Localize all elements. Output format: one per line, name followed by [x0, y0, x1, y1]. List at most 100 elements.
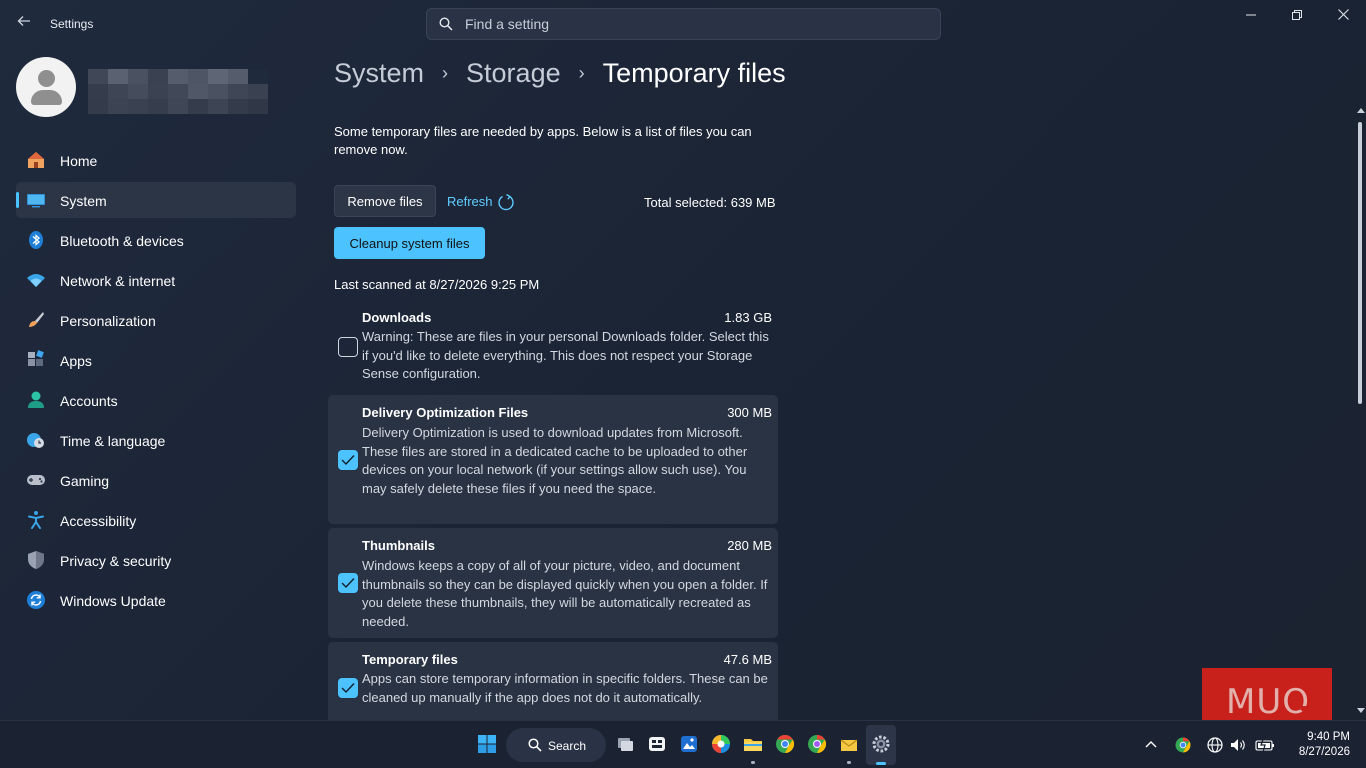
sidebar-nav: Home System Bluetooth & devices Network … [16, 142, 296, 622]
restore-button[interactable] [1274, 6, 1320, 28]
sidebar-item-label: Bluetooth & devices [60, 233, 184, 249]
file-title: Delivery Optimization Files [362, 405, 529, 420]
brush-icon [29, 312, 44, 327]
file-size: 1.83 GB [724, 310, 772, 325]
sidebar-item-home[interactable]: Home [16, 142, 296, 178]
file-title: Temporary files [362, 652, 458, 667]
sidebar-item-system[interactable]: System [16, 182, 296, 218]
file-description: Apps can store temporary information in … [362, 671, 768, 705]
file-description: Delivery Optimization is used to downloa… [362, 425, 748, 496]
sidebar-item-label: Accounts [60, 393, 118, 409]
active-app-indicator [876, 762, 886, 765]
breadcrumb-storage[interactable]: Storage [466, 58, 561, 89]
breadcrumb: System › Storage › Temporary files [334, 58, 786, 89]
file-size: 300 MB [727, 405, 772, 420]
minimize-button[interactable] [1228, 6, 1274, 28]
refresh-icon[interactable] [497, 193, 515, 211]
sidebar-item-apps[interactable]: Apps [16, 342, 296, 378]
shield-icon [28, 551, 44, 569]
app-title: Settings [50, 17, 94, 31]
running-indicator [751, 761, 755, 764]
wifi-icon [27, 274, 45, 287]
sidebar-item-accessibility[interactable]: Accessibility [16, 502, 296, 538]
temporary-files-checkbox[interactable] [338, 678, 358, 698]
sidebar-item-windows-update[interactable]: Windows Update [16, 582, 296, 618]
edge-browser-icon[interactable] [710, 733, 732, 755]
back-button[interactable] [14, 14, 34, 34]
thumbnails-checkbox[interactable] [338, 573, 358, 593]
sidebar-item-label: Windows Update [60, 593, 166, 609]
file-description: Windows keeps a copy of all of your pict… [362, 558, 768, 629]
total-selected: Total selected: 639 MB [644, 195, 776, 210]
chevron-right-icon: › [442, 63, 449, 83]
file-explorer-icon[interactable] [742, 733, 764, 755]
search-input[interactable] [465, 9, 925, 39]
settings-search[interactable] [426, 8, 941, 40]
file-item-delivery-optimization[interactable]: Delivery Optimization Files 300 MB Deliv… [328, 395, 778, 524]
minimize-icon [1246, 14, 1256, 16]
accounts-icon [28, 391, 44, 408]
remove-files-button[interactable]: Remove files [334, 185, 436, 217]
task-view-icon[interactable] [614, 733, 636, 755]
widgets-icon[interactable] [646, 733, 668, 755]
file-description: Warning: These are files in your persona… [362, 329, 769, 381]
sidebar-item-label: Time & language [60, 433, 166, 449]
downloads-checkbox[interactable] [338, 337, 358, 357]
update-icon [27, 591, 45, 609]
chrome-icon[interactable] [774, 733, 796, 755]
taskbar-search[interactable]: Search [506, 728, 606, 762]
apps-icon [28, 350, 44, 366]
delivery-optimization-checkbox[interactable] [338, 450, 358, 470]
file-title: Thumbnails [362, 538, 435, 553]
scrollbar[interactable] [1354, 108, 1366, 720]
sidebar-item-privacy[interactable]: Privacy & security [16, 542, 296, 578]
page-title: Temporary files [602, 58, 786, 88]
volume-icon[interactable] [1229, 736, 1247, 754]
avatar-body [31, 90, 62, 105]
cleanup-system-files-button[interactable]: Cleanup system files [334, 227, 485, 259]
pixelated-user-name [88, 69, 268, 114]
refresh-link[interactable]: Refresh [447, 194, 493, 209]
last-scanned-text: Last scanned at 8/27/2026 9:25 PM [334, 277, 540, 292]
accessibility-icon [28, 511, 44, 529]
chevron-up-icon[interactable] [1142, 736, 1160, 754]
avatar-head [38, 70, 55, 87]
photos-icon[interactable] [678, 733, 700, 755]
taskbar-clock[interactable]: 9:40 PM 8/27/2026 [1290, 730, 1350, 760]
file-item-downloads[interactable]: Downloads 1.83 GB Warning: These are fil… [328, 304, 778, 390]
scroll-down-arrow-icon[interactable] [1357, 708, 1365, 713]
file-item-thumbnails[interactable]: Thumbnails 280 MB Windows keeps a copy o… [328, 528, 778, 638]
taskbar-search-label: Search [548, 739, 587, 753]
close-icon [1337, 9, 1349, 20]
checkmark-icon [341, 683, 355, 694]
breadcrumb-system[interactable]: System [334, 58, 424, 89]
clock-time: 9:40 PM [1307, 731, 1350, 743]
sidebar-item-personalization[interactable]: Personalization [16, 302, 296, 338]
network-globe-icon[interactable] [1206, 736, 1224, 754]
settings-gear-icon[interactable] [870, 733, 892, 755]
sidebar-item-time-language[interactable]: Time & language [16, 422, 296, 458]
chevron-right-icon: › [578, 63, 585, 83]
scroll-thumb[interactable] [1358, 122, 1362, 404]
sidebar-item-accounts[interactable]: Accounts [16, 382, 296, 418]
close-button[interactable] [1320, 6, 1366, 28]
file-item-temporary-files[interactable]: Temporary files 47.6 MB Apps can store t… [328, 642, 778, 720]
sidebar-item-label: Accessibility [60, 513, 137, 529]
back-arrow-icon [17, 16, 30, 26]
sidebar-item-bluetooth[interactable]: Bluetooth & devices [16, 222, 296, 258]
sidebar-item-label: Privacy & security [60, 553, 172, 569]
settings-window: Settings Home System Bluetooth & devi [0, 0, 1366, 720]
chrome-tray-icon[interactable] [1174, 736, 1192, 754]
chrome-profile-icon[interactable] [806, 733, 828, 755]
user-avatar[interactable] [16, 57, 76, 117]
checkmark-icon [341, 455, 355, 466]
bluetooth-icon [29, 231, 43, 249]
windows-start-icon[interactable] [476, 733, 498, 755]
page-description: Some temporary files are needed by apps.… [334, 124, 752, 157]
battery-charging-icon[interactable] [1255, 736, 1275, 754]
scroll-up-arrow-icon[interactable] [1357, 108, 1365, 113]
sidebar-item-gaming[interactable]: Gaming [16, 462, 296, 498]
sidebar-item-network[interactable]: Network & internet [16, 262, 296, 298]
search-icon [439, 17, 453, 31]
mail-folder-icon[interactable] [838, 733, 860, 755]
